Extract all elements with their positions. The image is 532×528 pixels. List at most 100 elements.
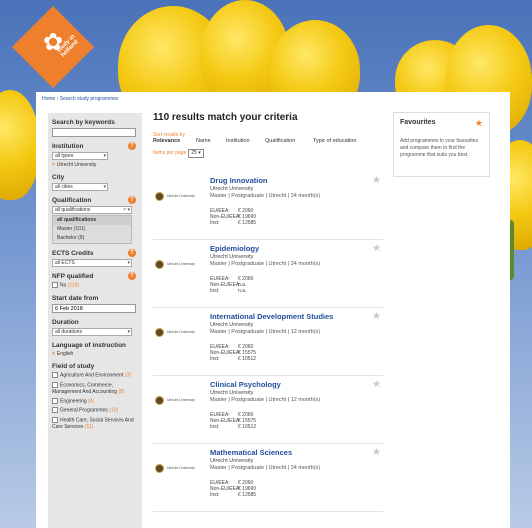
fee-row: Inst: € 10512 bbox=[210, 424, 256, 430]
help-icon[interactable]: ? bbox=[128, 272, 136, 280]
favourite-star-icon[interactable]: ★ bbox=[372, 243, 381, 254]
fee-row: Inst: € 10512 bbox=[210, 356, 256, 362]
filter-sidebar: Search by keywords Institution? all type… bbox=[48, 113, 142, 528]
result-card[interactable]: Utrecht University Epidemiology Utrecht Un… bbox=[153, 240, 383, 308]
results-area: 110 results match your criteria Sort res… bbox=[153, 112, 383, 158]
field-of-study-label: Field of study bbox=[52, 363, 95, 371]
field-option[interactable]: Economics, Commerce, Management And Acco… bbox=[52, 381, 138, 396]
programme-title-link[interactable]: Drug Innovation bbox=[210, 176, 268, 185]
programme-meta: Master | Postgraduate | Utrecht | 24 mon… bbox=[210, 261, 321, 267]
remove-icon[interactable]: × bbox=[52, 351, 55, 357]
checkbox[interactable] bbox=[52, 416, 58, 423]
star-icon: ★ bbox=[474, 118, 483, 128]
fee-label: Inst: bbox=[210, 492, 220, 498]
study-in-holland-logo[interactable]: ✿ study in holland bbox=[11, 5, 95, 90]
result-card[interactable]: Utrecht University Clinical Psychology Utr… bbox=[153, 376, 383, 444]
help-icon[interactable]: ? bbox=[128, 142, 136, 150]
fee-value: n.a. bbox=[238, 288, 247, 294]
sort-name[interactable]: Name bbox=[196, 138, 211, 144]
sort-institution[interactable]: Institution bbox=[226, 138, 250, 144]
remove-icon[interactable]: × bbox=[52, 162, 55, 168]
university-logo-text: Utrecht University bbox=[167, 330, 195, 334]
result-card[interactable]: Utrecht University International Developm… bbox=[153, 308, 383, 376]
programme-title-link[interactable]: Clinical Psychology bbox=[210, 380, 281, 389]
keywords-input[interactable] bbox=[52, 128, 136, 137]
tuition-fees: EU/EEA: € 2060 Non-EU/EEA:€ 19690 Inst: € 12… bbox=[210, 480, 256, 498]
nfp-checkbox-row[interactable]: No (110) bbox=[52, 282, 138, 289]
keywords-label: Search by keywords bbox=[52, 119, 115, 126]
programme-title-link[interactable]: Mathematical Sciences bbox=[210, 448, 292, 457]
qualification-dropdown: all qualifications Master (101) Bachelor… bbox=[52, 215, 132, 244]
result-card[interactable]: Utrecht University Mathematical Sciences U… bbox=[153, 444, 383, 512]
checkbox[interactable] bbox=[52, 407, 58, 414]
language-chip-label: English bbox=[56, 351, 74, 358]
city-label: City bbox=[52, 174, 65, 181]
field-option[interactable]: General Programmes (13) bbox=[52, 407, 138, 414]
qualification-select[interactable]: all qualifications × ▾ bbox=[52, 206, 132, 214]
breadcrumb-separator: › bbox=[56, 96, 59, 102]
nfp-label-text: NFP qualified bbox=[52, 273, 94, 280]
favourite-star-icon[interactable]: ★ bbox=[372, 311, 381, 322]
checkbox[interactable] bbox=[52, 397, 58, 404]
chevron-down-icon: ▾ bbox=[103, 153, 106, 159]
duration-select-value: all durations bbox=[55, 329, 82, 336]
ects-select[interactable]: all ECTS ▾ bbox=[52, 259, 132, 267]
programme-title-link[interactable]: Epidemiology bbox=[210, 244, 259, 253]
fee-value: € 12585 bbox=[238, 492, 257, 498]
sort-qualification[interactable]: Qualification bbox=[265, 138, 295, 144]
breadcrumb-home[interactable]: Home bbox=[42, 96, 55, 102]
field-count: (11) bbox=[84, 423, 94, 430]
favourites-title: Favourites bbox=[400, 119, 436, 126]
dropdown-option[interactable]: Bachelor (9) bbox=[53, 234, 131, 243]
qualification-label: Qualification? bbox=[52, 196, 138, 204]
checkbox[interactable] bbox=[52, 381, 58, 388]
field-option[interactable]: Engineering (4) bbox=[52, 397, 138, 405]
chevron-down-icon: ▾ bbox=[127, 260, 130, 266]
programme-title-link[interactable]: International Development Studies bbox=[210, 312, 333, 321]
field-option[interactable]: Agriculture And Environment (3) bbox=[52, 372, 138, 379]
sort-type-of-education[interactable]: Type of education bbox=[313, 138, 356, 144]
city-select[interactable]: all cities ▾ bbox=[52, 183, 108, 191]
items-per-page-select[interactable]: 25 ▾ bbox=[188, 149, 204, 158]
duration-label: Duration bbox=[52, 319, 79, 327]
institution-chip[interactable]: × Utrecht University bbox=[52, 162, 138, 168]
breadcrumb: Home › Search study programmes bbox=[42, 96, 118, 102]
university-logo-icon bbox=[155, 328, 164, 337]
items-per-page-value: 25 bbox=[191, 150, 197, 156]
fee-value: € 12585 bbox=[238, 220, 257, 226]
favourite-star-icon[interactable]: ★ bbox=[372, 447, 381, 458]
help-icon[interactable]: ? bbox=[128, 196, 136, 204]
programme-university: Utrecht University bbox=[210, 186, 254, 192]
dropdown-option[interactable]: all qualifications bbox=[53, 216, 131, 225]
help-icon[interactable]: ? bbox=[128, 249, 136, 257]
tuition-fees: EU/EEA: € 2060 Non-EU/EEA:€ 15575 Inst: € 10… bbox=[210, 412, 256, 430]
favourite-star-icon[interactable]: ★ bbox=[372, 175, 381, 186]
dropdown-option[interactable]: Master (101) bbox=[53, 225, 131, 234]
tuition-fees: EU/EEA: € 2060 Non-EU/EEA:€ 15575 Inst: € 10… bbox=[210, 344, 256, 362]
fee-label: Inst: bbox=[210, 288, 220, 294]
sort-relevance[interactable]: Relevance bbox=[153, 138, 180, 144]
qualification-select-value: all qualifications bbox=[55, 207, 91, 213]
items-per-page-label: Items per page bbox=[153, 150, 187, 156]
university-logo-text: Utrecht University bbox=[167, 194, 195, 198]
programme-meta: Master | Postgraduate | Utrecht | 12 mon… bbox=[210, 329, 321, 335]
field-option-label: General Programmes bbox=[60, 407, 108, 414]
duration-select[interactable]: all durations ▾ bbox=[52, 328, 132, 337]
fee-value: € 10512 bbox=[238, 424, 257, 430]
breadcrumb-current[interactable]: Search study programmes bbox=[60, 96, 119, 102]
content-panel: Home › Search study programmes Search by… bbox=[36, 92, 510, 528]
institution-select[interactable]: all types ▾ bbox=[52, 152, 108, 160]
tuition-fees: EU/EEA: € 2060 Non-EU/EEA:n.a. Inst: n.a. bbox=[210, 276, 253, 294]
field-option[interactable]: Health Care, Social Services And Care Se… bbox=[52, 416, 138, 431]
result-card[interactable]: Utrecht University Drug Innovation Utrecht… bbox=[153, 172, 383, 240]
programme-university: Utrecht University bbox=[210, 458, 254, 464]
checkbox[interactable] bbox=[52, 372, 58, 379]
institution-select-value: all types bbox=[55, 153, 74, 159]
tuition-fees: EU/EEA: € 2060 Non-EU/EEA:€ 19690 Inst: € 12… bbox=[210, 208, 256, 226]
checkbox[interactable] bbox=[52, 282, 58, 288]
field-count: (3) bbox=[124, 372, 131, 379]
programme-university: Utrecht University bbox=[210, 322, 254, 328]
favourite-star-icon[interactable]: ★ bbox=[372, 379, 381, 390]
language-chip[interactable]: × English bbox=[52, 351, 138, 357]
start-date-input[interactable] bbox=[52, 304, 136, 314]
